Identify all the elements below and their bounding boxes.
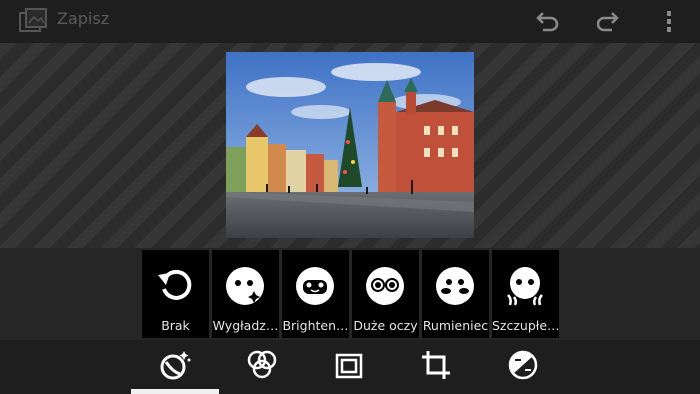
- top-action-bar: Zapisz: [0, 0, 700, 43]
- filter-label: Wygładz…: [212, 319, 279, 333]
- filter-smooth[interactable]: Wygładz…: [212, 250, 279, 338]
- overflow-menu-icon[interactable]: [655, 8, 683, 36]
- save-button[interactable]: Zapisz: [57, 10, 109, 28]
- filter-slim-face[interactable]: Szczupłe…: [492, 250, 559, 338]
- brighten-face-icon: [294, 265, 336, 307]
- blush-face-icon: [434, 265, 476, 307]
- filter-label: Duże oczy: [353, 319, 418, 333]
- face-filters-strip: Brak Wygładz… Brighten… Duże oczy Rumien…: [0, 248, 700, 340]
- big-eyes-face-icon: [364, 265, 406, 307]
- photo-editor-icon[interactable]: [18, 7, 48, 35]
- face-retouch-tool-icon[interactable]: [156, 348, 194, 382]
- filter-label: Szczupłe…: [492, 319, 559, 333]
- adjust-tool-icon[interactable]: [504, 348, 542, 382]
- filter-none[interactable]: Brak: [142, 250, 209, 338]
- slim-face-icon: [504, 265, 546, 307]
- photo-preview[interactable]: [226, 52, 474, 238]
- filter-label: Brighten…: [282, 319, 349, 333]
- frame-tool-icon[interactable]: [330, 348, 368, 382]
- reset-icon: [154, 265, 196, 307]
- filter-blush[interactable]: Rumieniec: [422, 250, 489, 338]
- crop-tool-icon[interactable]: [417, 348, 455, 382]
- bottom-tools-bar: [0, 340, 700, 394]
- active-tool-indicator: [131, 389, 219, 394]
- undo-icon[interactable]: [533, 8, 561, 36]
- filter-big-eyes[interactable]: Duże oczy: [352, 250, 419, 338]
- filter-label: Rumieniec: [422, 319, 489, 333]
- smooth-face-icon: [224, 265, 266, 307]
- filter-label: Brak: [161, 319, 190, 333]
- color-effects-tool-icon[interactable]: [243, 348, 281, 382]
- redo-icon[interactable]: [594, 8, 622, 36]
- filter-brighten[interactable]: Brighten…: [282, 250, 349, 338]
